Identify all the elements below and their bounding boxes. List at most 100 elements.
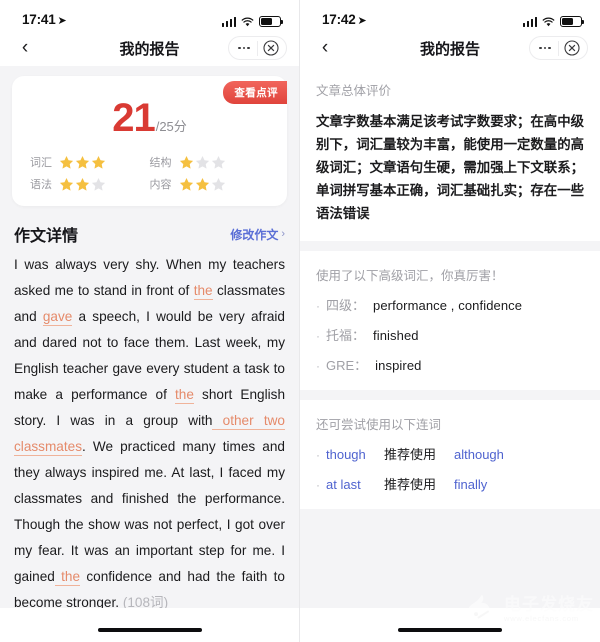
bullet-icon: · (316, 478, 320, 492)
correction-token[interactable]: gave (42, 309, 73, 326)
status-bar-left: 17:41 ➤ (0, 0, 299, 30)
star-icon (91, 177, 106, 191)
rating-label: 结构 (149, 157, 172, 169)
home-bar-area-right (300, 608, 600, 642)
overall-label: 文章总体评价 (316, 84, 392, 98)
rating-item: 结构 (150, 154, 270, 170)
wifi-icon (241, 17, 254, 27)
close-circle-icon[interactable] (258, 37, 284, 59)
overall-text: 文章字数基本满足该考试字数要求；在高中级别下，词汇量较为丰富，能使用一定数量的高… (316, 114, 584, 221)
left-content-scroll[interactable]: 查看点评 21 /25分 词汇 结构语法 内容 作文详情 修改作文 › I was … (0, 66, 299, 642)
essay-header: 作文详情 修改作文 › (0, 206, 299, 252)
rating-stars (179, 177, 226, 192)
home-indicator[interactable] (398, 627, 502, 632)
essay-section-title: 作文详情 (14, 228, 79, 245)
score-value: 21 (112, 96, 155, 140)
rating-label: 词汇 (30, 157, 52, 169)
conjunction-suggestion[interactable]: although (454, 447, 504, 462)
rating-stars (59, 155, 106, 170)
star-icon (91, 155, 106, 169)
status-bar-right: 17:42 ➤ (300, 0, 600, 30)
rating-item: 语法 (30, 176, 150, 192)
correction-token[interactable]: the (54, 569, 81, 586)
essay-segment: . We practiced many times and they alway… (14, 439, 285, 584)
score-display: 21 /25分 (12, 98, 287, 138)
edit-essay-link[interactable]: 修改作文 › (230, 226, 285, 243)
star-icon (75, 155, 90, 169)
rating-label: 语法 (30, 179, 52, 191)
bullet-icon: · (316, 359, 320, 373)
correction-token[interactable]: the (175, 387, 194, 404)
conjunction-suggestion[interactable]: finally (454, 477, 487, 492)
status-clock-text: 17:42 (322, 12, 356, 27)
vocabulary-level: 四级： (326, 298, 366, 313)
section-divider (300, 241, 600, 251)
status-clock: 17:41 ➤ (22, 12, 67, 27)
conjunction-panel: 还可尝试使用以下连词 · though 推荐使用 although · at last 推荐… (300, 400, 600, 509)
bullet-icon: · (316, 329, 320, 343)
vocabulary-words: performance , confidence (373, 298, 523, 313)
rating-stars (179, 155, 226, 170)
star-icon (59, 177, 74, 191)
status-clock-text: 17:41 (22, 12, 56, 27)
conjunction-original[interactable]: at last (326, 477, 384, 492)
star-icon (195, 155, 209, 169)
star-icon (195, 177, 209, 191)
ellipsis-icon[interactable] (231, 37, 257, 59)
nav-capsule (529, 36, 588, 60)
conjunction-original[interactable]: though (326, 447, 384, 462)
correction-token[interactable]: the (193, 283, 213, 300)
vocabulary-row: · 四级： performance , confidence (316, 295, 584, 314)
left-phone-screen: 17:41 ➤ ‹ 我的报告 查看点评 21 /25分 词汇 结构 语法 内容 … (0, 0, 300, 642)
home-bar-area-left (0, 608, 299, 642)
wifi-icon (542, 17, 555, 27)
score-card: 查看点评 21 /25分 词汇 结构语法 内容 (12, 76, 287, 206)
section-divider (300, 390, 600, 400)
signal-bars-icon (221, 17, 236, 27)
status-clock: 17:42 ➤ (322, 12, 367, 27)
conjunction-recommend-label: 推荐使用 (384, 477, 437, 492)
rating-label: 内容 (149, 179, 172, 191)
right-content-scroll[interactable]: 文章总体评价 文章字数基本满足该考试字数要求；在高中级别下，词汇量较为丰富，能使… (300, 66, 600, 642)
vocabulary-label: 使用了以下高级词汇，你真厉害！ (316, 269, 504, 283)
vocabulary-level: 托福： (326, 328, 366, 343)
bullet-icon: · (316, 299, 320, 313)
star-icon (211, 155, 225, 169)
vocabulary-panel: 使用了以下高级词汇，你真厉害！ · 四级： performance , confid… (300, 251, 600, 390)
home-indicator[interactable] (97, 627, 202, 632)
ellipsis-icon[interactable] (532, 37, 558, 59)
signal-bars-icon (522, 17, 537, 27)
star-icon (59, 155, 74, 169)
right-phone-screen: 17:42 ➤ ‹ 我的报告 文章总体评价 文章字数基本满足该考试字数要求；在高… (300, 0, 600, 642)
location-arrow-icon: ➤ (57, 15, 67, 27)
overall-evaluation-panel: 文章总体评价 文章字数基本满足该考试字数要求；在高中级别下，词汇量较为丰富，能使… (300, 66, 600, 241)
star-icon (75, 177, 90, 191)
rating-item: 词汇 (30, 154, 150, 170)
battery-icon (560, 16, 585, 27)
back-button[interactable]: ‹ (312, 35, 338, 61)
close-circle-icon[interactable] (559, 37, 585, 59)
dual-screenshot-stage: 17:41 ➤ ‹ 我的报告 查看点评 21 /25分 词汇 结构 语法 内容 … (0, 0, 600, 642)
star-icon (179, 155, 193, 169)
vocabulary-words: finished (373, 328, 419, 343)
essay-text: I was always very shy. When my teachers … (14, 252, 285, 616)
rating-grid: 词汇 结构语法 内容 (30, 154, 269, 192)
conjunction-row: · at last 推荐使用 finally (316, 474, 584, 493)
vocabulary-words: inspired (375, 358, 422, 373)
edit-essay-label: 修改作文 (230, 227, 279, 242)
nav-bar-left: ‹ 我的报告 (0, 30, 299, 66)
conjunction-label: 还可尝试使用以下连词 (316, 418, 442, 432)
view-comments-badge[interactable]: 查看点评 (223, 81, 287, 104)
rating-item: 内容 (150, 176, 270, 192)
status-indicators (221, 16, 284, 27)
back-button[interactable]: ‹ (12, 35, 38, 61)
battery-icon (259, 16, 284, 27)
score-total: /25分 (155, 119, 187, 134)
status-indicators (522, 16, 585, 27)
location-arrow-icon: ➤ (357, 15, 367, 27)
bullet-icon: · (316, 448, 320, 462)
vocabulary-row: · 托福： finished (316, 325, 584, 344)
star-icon (179, 177, 193, 191)
rating-stars (59, 177, 106, 192)
chevron-right-icon: › (281, 228, 285, 240)
